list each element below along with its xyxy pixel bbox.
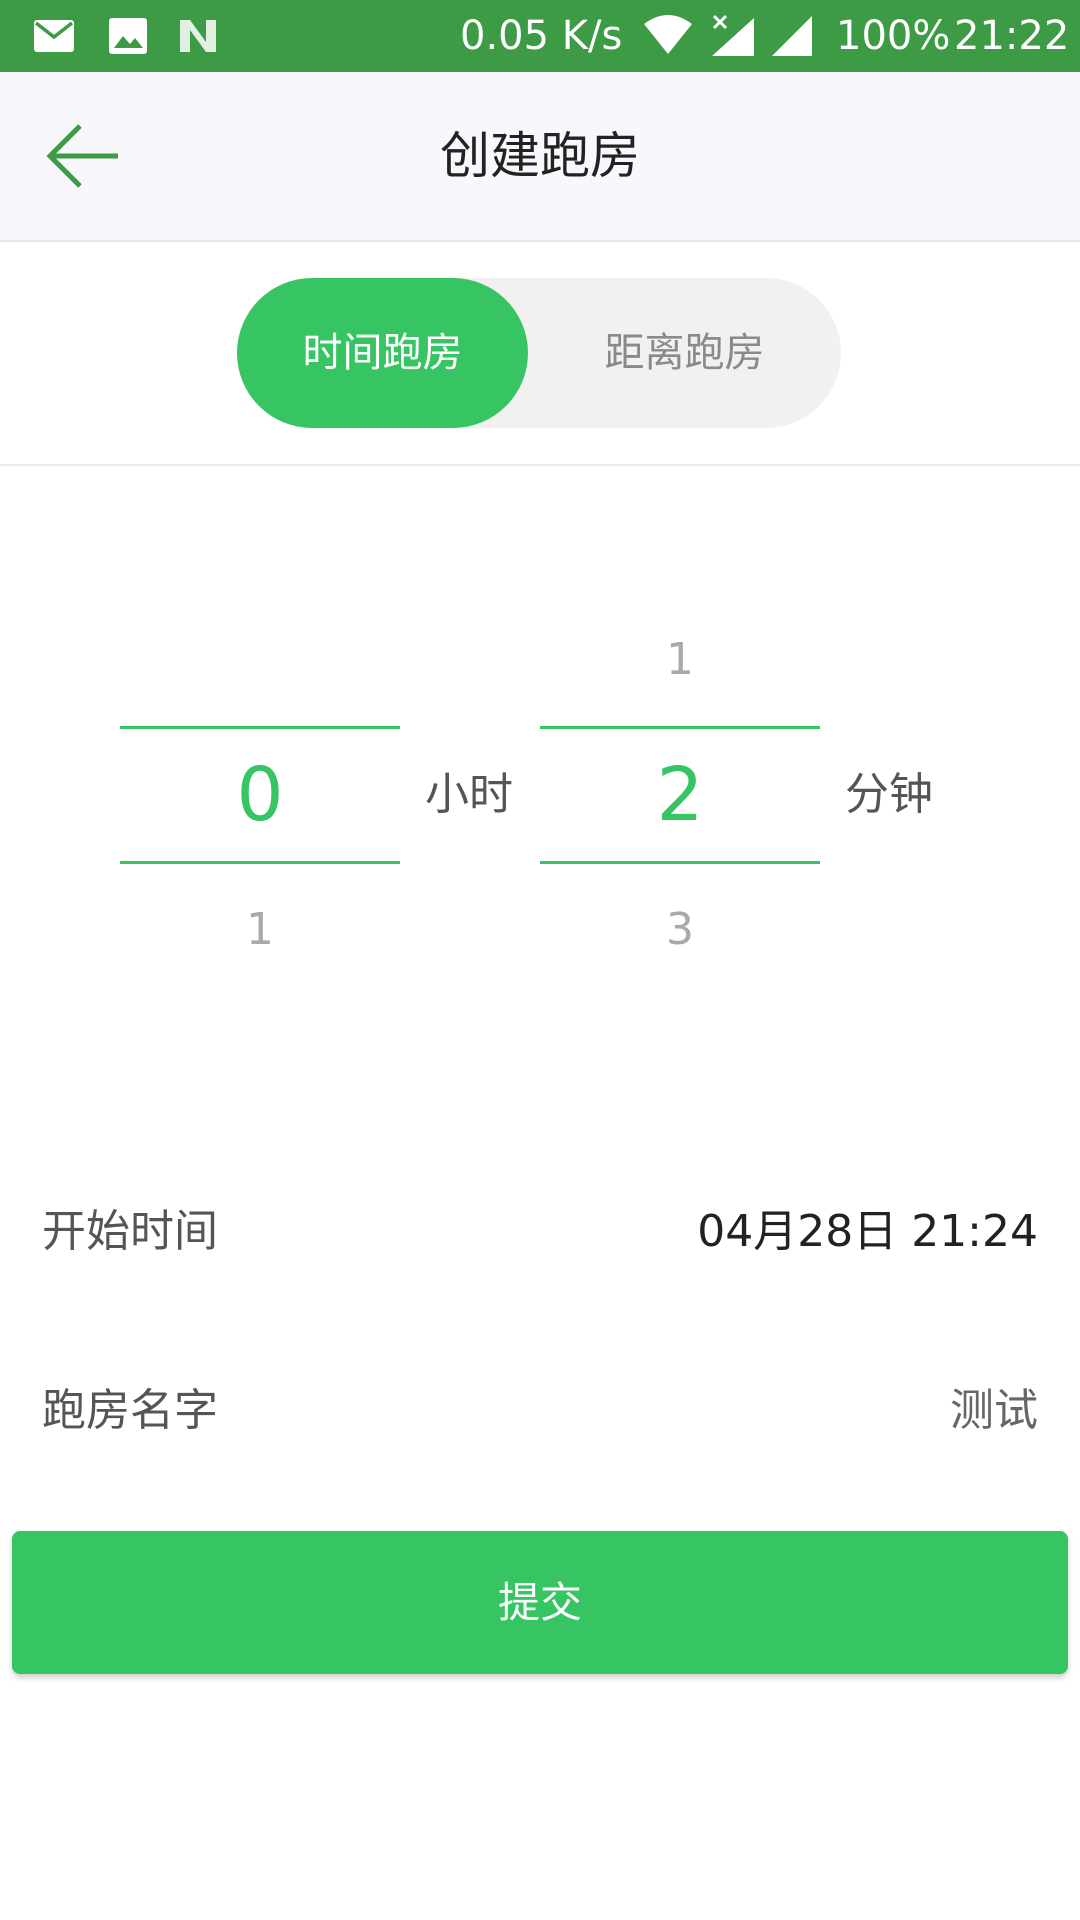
mail-icon: [32, 14, 76, 58]
minutes-picker-above[interactable]: 1: [540, 630, 820, 690]
minutes-unit-label: 分钟: [845, 769, 933, 820]
tab-time-room[interactable]: 时间跑房: [237, 278, 528, 428]
hours-unit-label: 小时: [425, 769, 513, 820]
create-run-room-screen: 0.05 K/s 100% 21:22 创建跑房 距离跑房 时间跑房 0 1 小…: [0, 0, 1080, 1920]
back-button[interactable]: [30, 106, 130, 206]
clock: 21:22: [954, 13, 1070, 59]
mode-segment-control: 距离跑房 时间跑房: [237, 278, 841, 428]
hours-picker-below[interactable]: 1: [120, 900, 400, 960]
status-bar: 0.05 K/s 100% 21:22: [0, 0, 1080, 72]
room-name-label: 跑房名字: [42, 1385, 218, 1436]
arrow-left-icon: [46, 124, 118, 188]
signal-no-data-icon: [708, 14, 756, 58]
picker-divider: [120, 726, 400, 729]
room-name-value[interactable]: 测试: [950, 1341, 1038, 1481]
start-time-label: 开始时间: [42, 1206, 218, 1257]
room-name-row[interactable]: 跑房名字 测试: [0, 1341, 1080, 1481]
wifi-icon: [642, 14, 694, 58]
picker-divider: [540, 726, 820, 729]
minutes-picker[interactable]: 1 2 3: [540, 600, 820, 955]
picker-divider: [120, 861, 400, 864]
minutes-picker-selected[interactable]: 2: [540, 730, 820, 860]
tab-distance-room[interactable]: 距离跑房: [528, 278, 841, 428]
start-time-row[interactable]: 开始时间 04月28日 21:24: [0, 1162, 1080, 1302]
start-time-value[interactable]: 04月28日 21:24: [697, 1162, 1038, 1302]
hours-picker-selected[interactable]: 0: [120, 730, 400, 860]
hours-picker-above[interactable]: [120, 630, 400, 690]
network-speed: 0.05 K/s: [460, 13, 623, 59]
hours-picker[interactable]: 0 1: [120, 600, 400, 955]
picker-divider: [540, 861, 820, 864]
battery-level: 100%: [836, 13, 951, 59]
notification-n-icon: [176, 14, 220, 58]
minutes-picker-below[interactable]: 3: [540, 900, 820, 960]
toolbar: 创建跑房: [0, 72, 1080, 242]
page-title: 创建跑房: [440, 127, 640, 185]
submit-button[interactable]: 提交: [12, 1531, 1068, 1674]
mode-segment-area: 距离跑房 时间跑房: [0, 242, 1080, 466]
signal-icon: [770, 14, 814, 58]
image-icon: [106, 14, 150, 58]
